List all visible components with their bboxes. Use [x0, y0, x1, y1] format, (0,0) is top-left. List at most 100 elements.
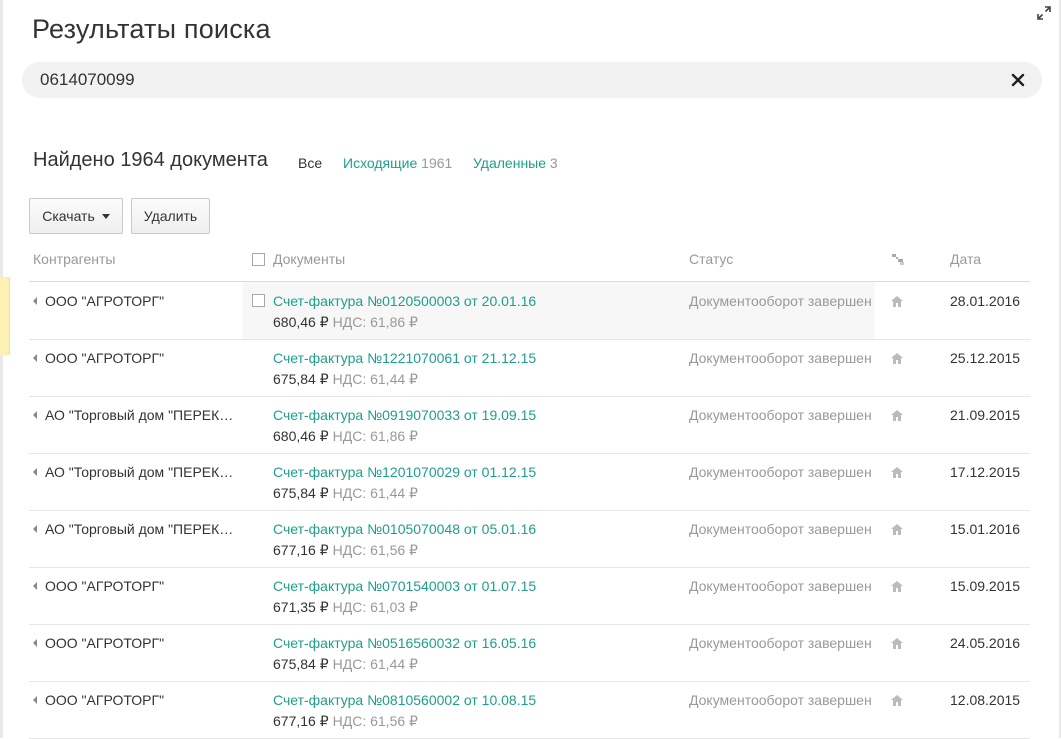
vat-value: НДС: 61,44 ₽: [332, 485, 418, 501]
status-text: Документооборот завершен: [689, 578, 872, 594]
table-row[interactable]: АО "Торговый дом "ПЕРЕКРЕСТОК" Счет-факту…: [29, 453, 1030, 511]
document-link[interactable]: Счет-фактура №0919070033 от 19.09.15: [273, 407, 536, 423]
download-button-label: Скачать: [42, 208, 95, 224]
date-cell: 21.09.2015: [950, 407, 1021, 423]
side-marker: [0, 277, 10, 355]
close-icon[interactable]: [1010, 72, 1026, 88]
home-icon: [891, 351, 903, 364]
filter-outgoing-count: 1961: [421, 155, 453, 171]
document-amount: 680,46 ₽ НДС: 61,86 ₽: [273, 314, 418, 331]
contractor-name: ООО "АГРОТОРГ": [45, 635, 165, 651]
document-amount: 675,84 ₽ НДС: 61,44 ₽: [273, 371, 418, 388]
expand-icon[interactable]: [1037, 6, 1051, 20]
home-icon: [891, 294, 903, 307]
amount-value: 677,16 ₽: [273, 542, 329, 558]
contractor-cell[interactable]: ООО "АГРОТОРГ": [33, 350, 164, 366]
search-input[interactable]: [40, 62, 980, 98]
date-cell: 15.09.2015: [950, 578, 1021, 594]
contractor-name: ООО "АГРОТОРГ": [45, 692, 165, 708]
found-count: Найдено 1964 документа: [33, 149, 268, 171]
vat-value: НДС: 61,44 ₽: [332, 371, 418, 387]
caret-down-icon: [101, 213, 110, 219]
document-link[interactable]: Счет-фактура №0120500003 от 20.01.16: [273, 293, 536, 309]
header-date[interactable]: Дата: [950, 251, 981, 267]
document-link[interactable]: Счет-фактура №0701540003 от 01.07.15: [273, 578, 536, 594]
contractor-cell[interactable]: ООО "АГРОТОРГ": [33, 293, 164, 309]
row-checkbox[interactable]: [252, 294, 265, 307]
status-text: Документооборот завершен: [689, 293, 872, 309]
contractor-cell[interactable]: АО "Торговый дом "ПЕРЕКРЕСТОК": [33, 464, 237, 480]
status-text: Документооборот завершен: [689, 350, 872, 366]
filter-all[interactable]: Все: [298, 155, 322, 171]
delete-button-label: Удалить: [143, 208, 198, 224]
date-cell: 28.01.2016: [950, 293, 1021, 309]
document-link[interactable]: Счет-фактура №0105070048 от 05.01.16: [273, 521, 536, 537]
document-link[interactable]: Счет-фактура №1221070061 от 21.12.15: [273, 350, 536, 366]
date-cell: 15.01.2016: [950, 521, 1021, 537]
contractor-name: ООО "АГРОТОРГ": [45, 293, 165, 309]
vat-value: НДС: 61,86 ₽: [332, 428, 418, 444]
triangle-left-icon[interactable]: [33, 354, 37, 362]
contractor-name: ООО "АГРОТОРГ": [45, 350, 165, 366]
sort-settings-icon[interactable]: [891, 253, 905, 266]
document-amount: 677,16 ₽ НДС: 61,56 ₽: [273, 542, 418, 559]
triangle-left-icon[interactable]: [33, 639, 37, 647]
filter-deleted-count: 3: [549, 155, 558, 171]
vat-value: НДС: 61,56 ₽: [332, 542, 418, 558]
table-row[interactable]: АО "Торговый дом "ПЕРЕКРЕСТОК" Счет-факту…: [29, 510, 1030, 568]
date-cell: 17.12.2015: [950, 464, 1021, 480]
contractor-name: АО "Торговый дом "ПЕРЕКРЕСТОК": [45, 464, 237, 480]
search-box: [22, 62, 1042, 98]
delete-button[interactable]: Удалить: [131, 198, 210, 234]
triangle-left-icon[interactable]: [33, 696, 37, 704]
vat-value: НДС: 61,86 ₽: [332, 314, 418, 330]
amount-value: 675,84 ₽: [273, 485, 329, 501]
document-link[interactable]: Счет-фактура №1201070029 от 01.12.15: [273, 464, 536, 480]
date-cell: 24.05.2016: [950, 635, 1021, 651]
header-documents[interactable]: Документы: [273, 251, 345, 267]
amount-value: 671,35 ₽: [273, 599, 329, 615]
filter-outgoing[interactable]: Исходящие 1961: [343, 155, 452, 171]
vat-value: НДС: 61,44 ₽: [332, 656, 418, 672]
triangle-left-icon[interactable]: [33, 582, 37, 590]
date-cell: 25.12.2015: [950, 350, 1021, 366]
document-amount: 675,84 ₽ НДС: 61,44 ₽: [273, 485, 418, 502]
table-row[interactable]: АО "Торговый дом "ПЕРЕКРЕСТОК" Счет-факту…: [29, 396, 1030, 454]
document-link[interactable]: Счет-фактура №0516560032 от 16.05.16: [273, 635, 536, 651]
status-text: Документооборот завершен: [689, 407, 872, 423]
contractor-cell[interactable]: АО "Торговый дом "ПЕРЕКРЕСТОК": [33, 407, 237, 423]
table-row[interactable]: ООО "АГРОТОРГ" Счет-фактура №0120500003 о…: [29, 282, 1030, 340]
date-cell: 12.08.2015: [950, 692, 1021, 708]
triangle-left-icon[interactable]: [33, 297, 37, 305]
amount-value: 680,46 ₽: [273, 314, 329, 330]
header-status[interactable]: Статус: [689, 251, 733, 267]
left-edge: [0, 0, 3, 738]
select-all-checkbox[interactable]: [252, 253, 265, 266]
triangle-left-icon[interactable]: [33, 468, 37, 476]
download-button[interactable]: Скачать: [29, 198, 123, 234]
triangle-left-icon[interactable]: [33, 411, 37, 419]
document-link[interactable]: Счет-фактура №0810560002 от 10.08.15: [273, 692, 536, 708]
contractor-cell[interactable]: ООО "АГРОТОРГ": [33, 578, 164, 594]
filter-all-label: Все: [298, 155, 323, 171]
contractor-name: АО "Торговый дом "ПЕРЕКРЕСТОК": [45, 521, 237, 537]
contractor-name: АО "Торговый дом "ПЕРЕКРЕСТОК": [45, 407, 237, 423]
table-row[interactable]: ООО "АГРОТОРГ" Счет-фактура №0516560032 о…: [29, 624, 1030, 682]
amount-value: 680,46 ₽: [273, 428, 329, 444]
filter-deleted[interactable]: Удаленные 3: [473, 155, 558, 171]
filter-deleted-label: Удаленные: [473, 155, 547, 171]
home-icon: [891, 579, 903, 592]
contractor-cell[interactable]: ООО "АГРОТОРГ": [33, 635, 164, 651]
home-icon: [891, 636, 903, 649]
contractor-name: ООО "АГРОТОРГ": [45, 578, 165, 594]
contractor-cell[interactable]: ООО "АГРОТОРГ": [33, 692, 164, 708]
table-row[interactable]: ООО "АГРОТОРГ" Счет-фактура №0701540003 о…: [29, 567, 1030, 625]
triangle-left-icon[interactable]: [33, 525, 37, 533]
document-amount: 677,16 ₽ НДС: 61,56 ₽: [273, 713, 418, 730]
table-row[interactable]: ООО "АГРОТОРГ" Счет-фактура №1221070061 о…: [29, 339, 1030, 397]
document-amount: 675,84 ₽ НДС: 61,44 ₽: [273, 656, 418, 673]
status-text: Документооборот завершен: [689, 692, 872, 708]
header-contractors[interactable]: Контрагенты: [33, 251, 115, 267]
contractor-cell[interactable]: АО "Торговый дом "ПЕРЕКРЕСТОК": [33, 521, 237, 537]
table-row[interactable]: ООО "АГРОТОРГ" Счет-фактура №0810560002 о…: [29, 681, 1030, 739]
